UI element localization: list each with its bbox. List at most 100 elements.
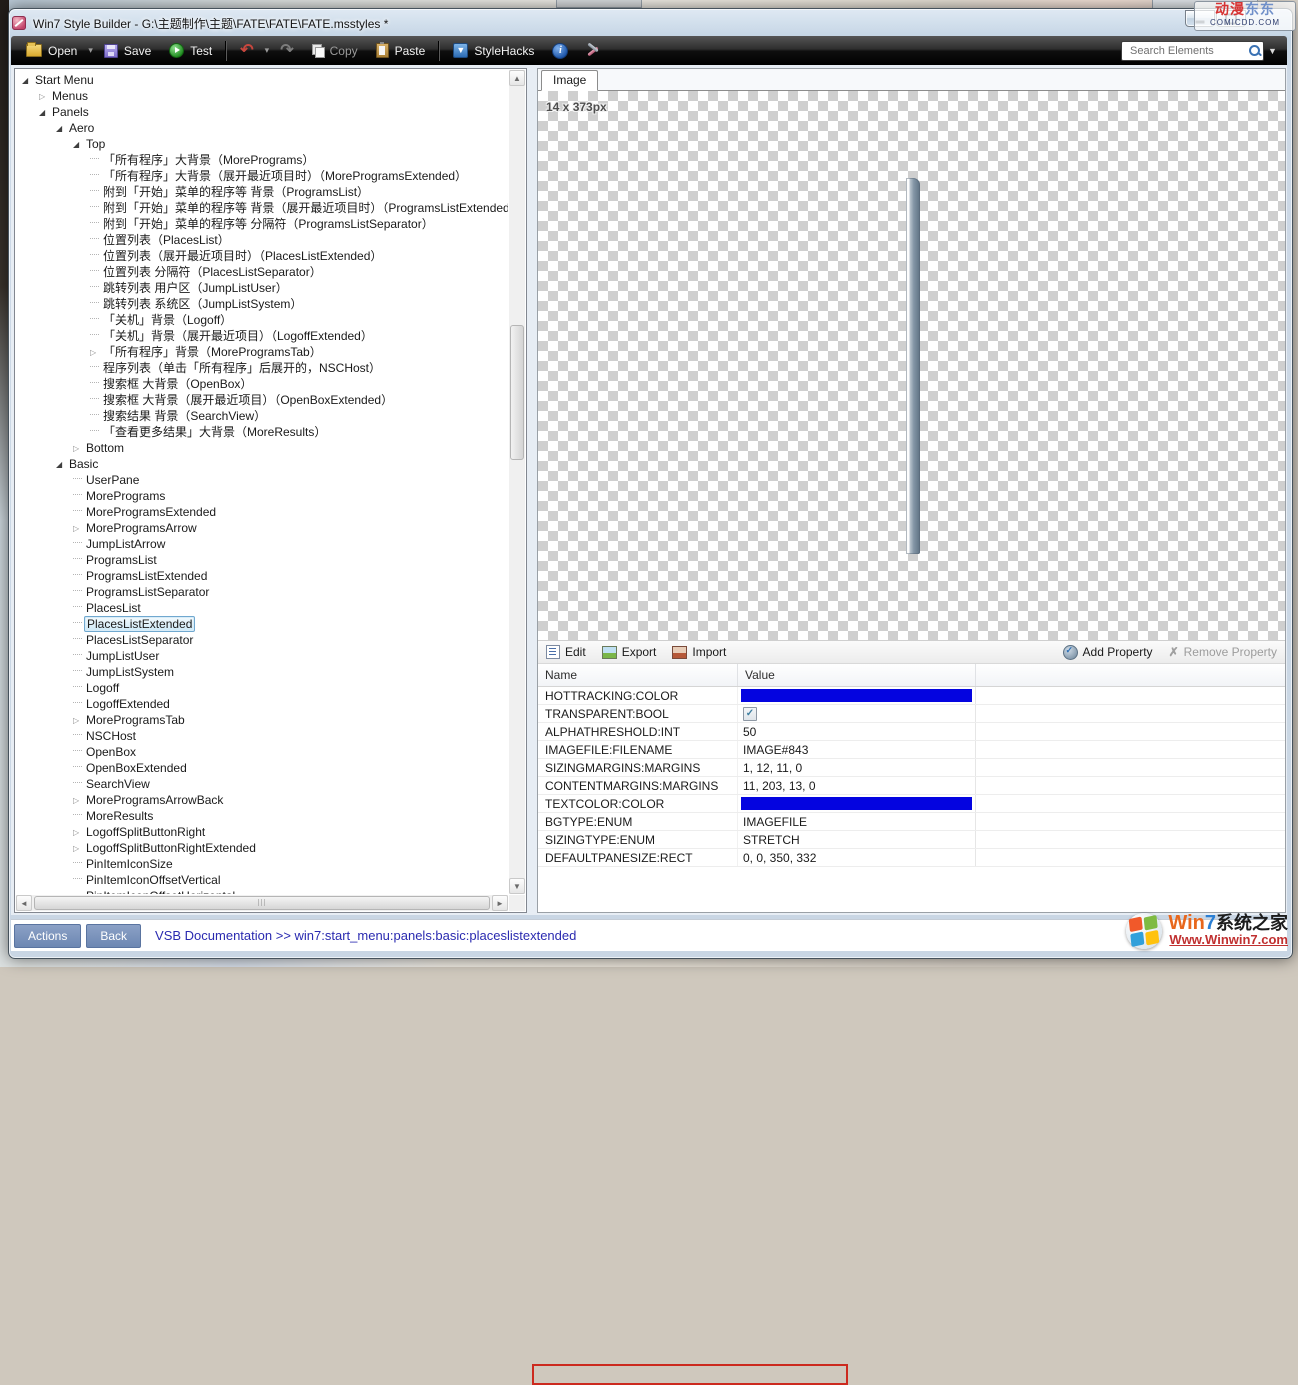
edit-button[interactable]: Edit [546,645,586,659]
property-value[interactable]: 11, 203, 13, 0 [738,777,976,794]
tree-item[interactable]: 位置列表 分隔符（PlacesListSeparator） [16,264,508,280]
property-row[interactable]: DEFAULTPANESIZE:RECT0, 0, 350, 332 [538,849,1285,867]
tree-item[interactable]: 附到「开始」菜单的程序等 分隔符（ProgramsListSeparator） [16,216,508,232]
tree-item[interactable]: PinItemIconSize [16,856,508,872]
tree-item[interactable]: 「查看更多结果」大背景（MoreResults） [16,424,508,440]
tree-item[interactable]: JumpListUser [16,648,508,664]
checkbox-checked[interactable]: ✓ [743,707,757,721]
tree-item[interactable]: MoreResults [16,808,508,824]
expand-icon[interactable]: ▷ [90,345,101,361]
property-value[interactable] [738,795,976,812]
actions-button[interactable]: Actions [14,924,81,948]
undo-dropdown-icon[interactable]: ▾ [265,45,270,56]
property-value[interactable]: 0, 0, 350, 332 [738,849,976,866]
tree-item[interactable]: 位置列表（PlacesList） [16,232,508,248]
tree-item[interactable]: ◢Start Menu [16,72,508,88]
tree-item[interactable]: ◢Aero [16,120,508,136]
tree-item[interactable]: LogoffExtended [16,696,508,712]
tree-item[interactable]: ◢Panels [16,104,508,120]
tree-item[interactable]: OpenBoxExtended [16,760,508,776]
property-value[interactable]: 50 [738,723,976,740]
search-elements-box[interactable] [1121,41,1264,61]
tree-item[interactable]: OpenBox [16,744,508,760]
tree-item[interactable]: Logoff [16,680,508,696]
tree-item[interactable]: ▷「所有程序」背景（MoreProgramsTab） [16,344,508,360]
scroll-up-icon[interactable]: ▲ [509,70,525,86]
tree-item[interactable]: ProgramsListExtended [16,568,508,584]
expand-icon[interactable]: ▷ [73,441,84,457]
property-row[interactable]: ALPHATHRESHOLD:INT50 [538,723,1285,741]
property-value[interactable] [738,687,976,704]
collapse-icon[interactable]: ◢ [56,121,67,137]
column-header-value[interactable]: Value [738,664,976,686]
tree-item[interactable]: 跳转列表 用户区（JumpListUser） [16,280,508,296]
expand-icon[interactable]: ▷ [73,521,84,537]
property-row[interactable]: SIZINGMARGINS:MARGINS1, 12, 11, 0 [538,759,1285,777]
tree-vertical-scrollbar[interactable]: ▲ ▼ [509,70,525,894]
property-value[interactable]: IMAGEFILE [738,813,976,830]
back-button[interactable]: Back [86,924,141,948]
tree-item[interactable]: 「关机」背景（Logoff） [16,312,508,328]
tree-item[interactable]: ▷LogoffSplitButtonRight [16,824,508,840]
property-value[interactable]: ✓ [738,705,976,722]
collapse-icon[interactable]: ◢ [73,137,84,153]
tree-item[interactable]: 「所有程序」大背景（MorePrograms） [16,152,508,168]
property-row[interactable]: IMAGEFILE:FILENAMEIMAGE#843 [538,741,1285,759]
tree-item[interactable]: PinItemIconOffsetVertical [16,872,508,888]
tree-item[interactable]: ▷MoreProgramsArrowBack [16,792,508,808]
tree-item[interactable]: 位置列表（展开最近项目时）（PlacesListExtended） [16,248,508,264]
tree-item[interactable]: ProgramsListSeparator [16,584,508,600]
export-button[interactable]: Export [602,645,657,659]
tree-item[interactable]: SearchView [16,776,508,792]
tree-item[interactable]: 跳转列表 系统区（JumpListSystem） [16,296,508,312]
undo-button[interactable]: ↶ [231,42,262,60]
tree-item[interactable]: MorePrograms [16,488,508,504]
info-button[interactable]: i [543,40,577,62]
property-row[interactable]: TEXTCOLOR:COLOR [538,795,1285,813]
tree-item[interactable]: 程序列表（单击「所有程序」后展开的，NSCHost） [16,360,508,376]
tree-item[interactable]: 「关机」背景（展开最近项目）（LogoffExtended） [16,328,508,344]
property-row[interactable]: CONTENTMARGINS:MARGINS11, 203, 13, 0 [538,777,1285,795]
search-input[interactable] [1128,44,1249,58]
tree-item[interactable]: ▷Bottom [16,440,508,456]
style-tool-button[interactable] [577,41,609,61]
tree-item[interactable]: 搜索框 大背景（展开最近项目）（OpenBoxExtended） [16,392,508,408]
property-value[interactable]: IMAGE#843 [738,741,976,758]
expand-icon[interactable]: ▷ [39,89,50,105]
expand-icon[interactable]: ▷ [73,713,84,729]
tree-item[interactable]: 搜索框 大背景（OpenBox） [16,376,508,392]
open-button[interactable]: Open [17,41,86,61]
tree-item[interactable]: UserPane [16,472,508,488]
scroll-right-icon[interactable]: ► [492,895,508,911]
tree-item[interactable]: PinItemIconOffsetHorizontal [16,888,508,894]
vertical-scroll-thumb[interactable] [510,325,524,460]
search-dropdown-icon[interactable]: ▼ [1264,42,1281,60]
tree-item[interactable]: JumpListSystem [16,664,508,680]
property-value[interactable]: 1, 12, 11, 0 [738,759,976,776]
property-value[interactable]: STRETCH [738,831,976,848]
expand-icon[interactable]: ▷ [73,825,84,841]
column-header-name[interactable]: Name [538,664,738,686]
tree-item[interactable]: 附到「开始」菜单的程序等 背景（ProgramsList） [16,184,508,200]
expand-icon[interactable]: ▷ [73,793,84,809]
expand-icon[interactable]: ▷ [73,841,84,857]
open-dropdown-icon[interactable]: ▾ [88,45,93,56]
tree-item[interactable]: MoreProgramsExtended [16,504,508,520]
import-button[interactable]: Import [672,645,726,659]
search-icon[interactable] [1249,45,1260,56]
collapse-icon[interactable]: ◢ [56,457,67,473]
tree-item[interactable]: ▷MoreProgramsTab [16,712,508,728]
collapse-icon[interactable]: ◢ [22,73,33,89]
tree-item[interactable]: 「所有程序」大背景（展开最近项目时）（MoreProgramsExtended） [16,168,508,184]
test-button[interactable]: Test [160,40,221,61]
paste-button[interactable]: Paste [367,40,435,61]
color-swatch[interactable] [741,797,972,810]
tree-item[interactable]: PlacesListExtended [16,616,508,632]
color-swatch[interactable] [741,689,972,702]
tree-item[interactable]: JumpListArrow [16,536,508,552]
tree-item[interactable]: PlacesList [16,600,508,616]
tree-item[interactable]: ▷LogoffSplitButtonRightExtended [16,840,508,856]
remove-property-button[interactable]: ✗ Remove Property [1169,645,1277,659]
tree-item[interactable]: ▷Menus [16,88,508,104]
property-row[interactable]: TRANSPARENT:BOOL✓ [538,705,1285,723]
